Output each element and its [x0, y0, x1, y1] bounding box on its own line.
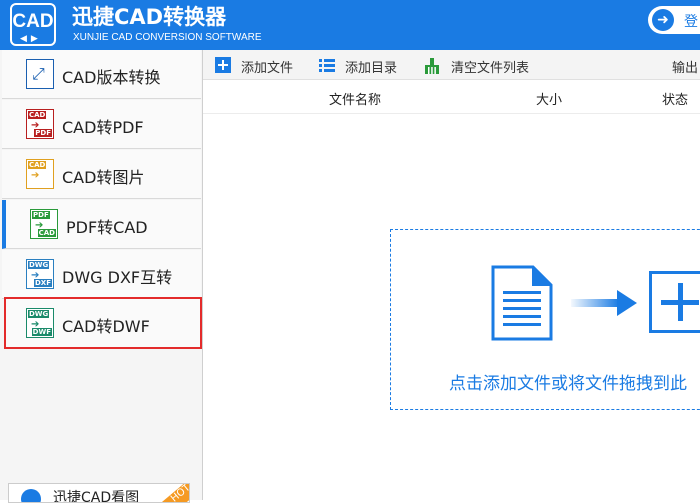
- add-plus-icon[interactable]: [649, 271, 700, 333]
- broom-icon: [423, 57, 439, 74]
- promo-label: 迅捷CAD看图: [53, 490, 140, 503]
- sidebar-item-dwg-dxf[interactable]: DWG ➔ DXF DWG DXF互转: [2, 250, 201, 299]
- hot-badge: HOT: [160, 484, 189, 502]
- file-drop-zone[interactable]: 点击添加文件或将文件拖拽到此: [390, 229, 700, 410]
- document-icon: [491, 265, 553, 345]
- cad-to-image-icon: CAD ➔: [26, 159, 54, 189]
- logo-text: CAD: [12, 11, 54, 32]
- sidebar-item-cad-to-pdf[interactable]: CAD ➔ PDF CAD转PDF: [2, 100, 201, 149]
- cad-viewer-icon: [21, 489, 41, 502]
- cad-to-pdf-icon: CAD ➔ PDF: [26, 109, 54, 139]
- login-label: 登: [684, 14, 698, 30]
- sidebar-item-label: DWG DXF互转: [62, 268, 173, 287]
- sidebar-item-label: CAD转图片: [62, 168, 145, 187]
- sidebar: ⤢ CAD版本转换 CAD ➔ PDF CAD转PDF CAD ➔ CAD转图片…: [0, 50, 203, 503]
- sidebar-item-cad-version[interactable]: ⤢ CAD版本转换: [2, 50, 201, 99]
- add-file-label: 添加文件: [241, 61, 294, 76]
- drop-zone-hint: 点击添加文件或将文件拖拽到此: [449, 374, 687, 394]
- sidebar-item-label: CAD转PDF: [62, 118, 144, 137]
- clear-list-button[interactable]: 清空文件列表: [423, 50, 543, 80]
- app-logo: CAD ◀▶: [10, 3, 56, 46]
- clear-list-label: 清空文件列表: [451, 61, 530, 76]
- plus-icon: [215, 57, 231, 73]
- cad-version-icon: ⤢: [26, 59, 54, 89]
- sidebar-item-label: PDF转CAD: [66, 218, 148, 237]
- logo-arrows-icon: ◀▶: [20, 34, 42, 44]
- login-button[interactable]: ➜ 登: [648, 6, 700, 34]
- app-subtitle: XUNJIE CAD CONVERSION SOFTWARE: [73, 32, 262, 43]
- toolbar: 添加文件 添加目录 清空文件列表 输出: [203, 50, 700, 80]
- pdf-to-cad-icon: PDF ➔ CAD: [30, 209, 58, 239]
- add-folder-button[interactable]: 添加目录: [317, 50, 407, 80]
- column-header-status[interactable]: 状态: [662, 89, 688, 108]
- app-title: 迅捷CAD转换器: [72, 5, 227, 29]
- dwg-dxf-icon: DWG ➔ DXF: [26, 259, 54, 289]
- sidebar-item-pdf-to-cad[interactable]: PDF ➔ CAD PDF转CAD: [2, 200, 201, 249]
- sidebar-item-cad-to-dwf[interactable]: DWG ➔ DWF CAD转DWF: [4, 297, 202, 349]
- title-bar: CAD ◀▶ 迅捷CAD转换器 XUNJIE CAD CONVERSION SO…: [0, 0, 700, 50]
- cad-to-dwf-icon: DWG ➔ DWF: [26, 308, 54, 338]
- column-header-filename[interactable]: 文件名称: [329, 89, 381, 108]
- promo-cad-viewer-button[interactable]: 迅捷CAD看图 HOT: [8, 483, 190, 503]
- sidebar-item-label: CAD转DWF: [62, 317, 150, 336]
- list-icon: [319, 57, 335, 73]
- sidebar-item-label: CAD版本转换: [62, 68, 161, 87]
- column-header-size[interactable]: 大小: [536, 89, 562, 108]
- arrow-right-icon: [571, 290, 637, 320]
- file-list-header: 文件名称 大小 状态: [203, 80, 700, 114]
- login-arrow-icon: ➜: [652, 9, 674, 31]
- output-label[interactable]: 输出: [672, 57, 698, 76]
- add-file-button[interactable]: 添加文件: [213, 50, 308, 80]
- add-folder-label: 添加目录: [345, 61, 398, 76]
- sidebar-item-cad-to-image[interactable]: CAD ➔ CAD转图片: [2, 150, 201, 199]
